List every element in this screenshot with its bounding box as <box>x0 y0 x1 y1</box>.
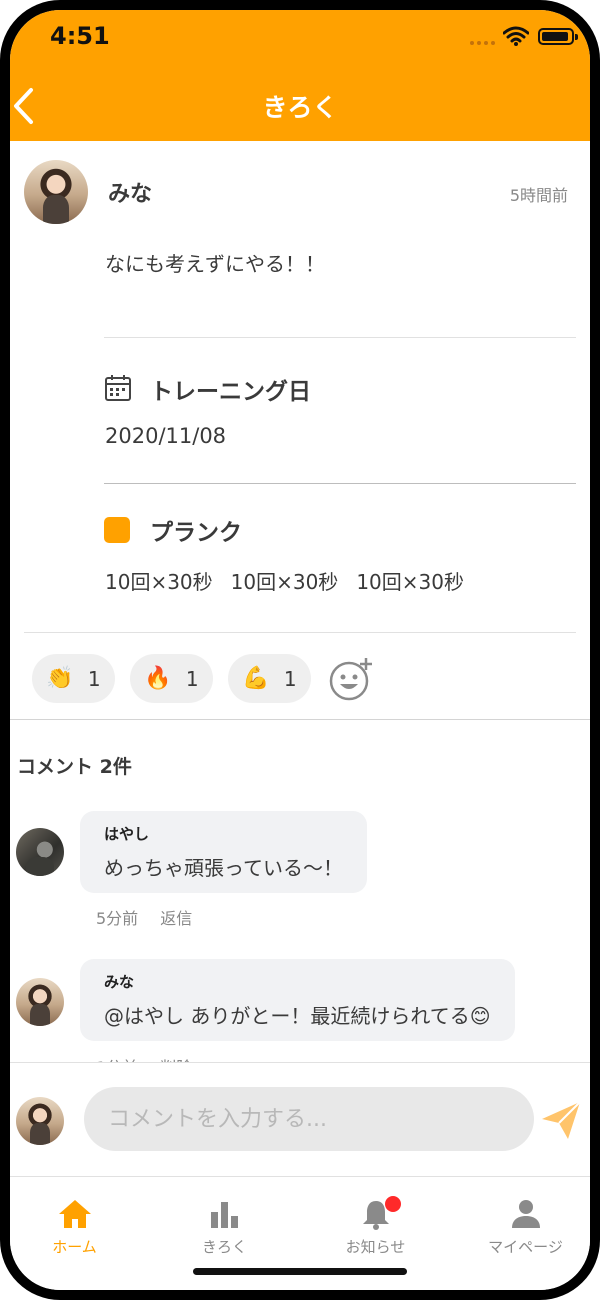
reaction-count: 1 <box>87 666 101 691</box>
comment-bubble: みな @はやし ありがとー！最近続けられてる😊 <box>80 959 515 1041</box>
tab-label: ホーム <box>52 1238 97 1256</box>
cellular-signal-icon <box>470 41 495 45</box>
tab-home[interactable]: ホーム <box>10 1198 147 1257</box>
reaction-bar: 👏 1 🔥 1 💪 1 <box>32 654 375 703</box>
clapping-hands-icon: 👏 <box>46 666 74 691</box>
commenter-name[interactable]: はやし <box>104 823 343 844</box>
reaction-clap-button[interactable]: 👏 1 <box>32 654 115 703</box>
status-time: 4:51 <box>50 22 110 50</box>
set-item: 10回×30秒 <box>105 570 213 594</box>
calendar-icon <box>105 375 131 401</box>
tab-notifications[interactable]: お知らせ <box>303 1196 448 1257</box>
screen: 4:51 きろく みな 5時間前 なにも考えずにやる！！ トレーニング日 202… <box>10 10 590 1290</box>
tab-label: お知らせ <box>345 1238 406 1256</box>
tab-records[interactable]: きろく <box>152 1198 297 1257</box>
set-item: 10回×30秒 <box>230 570 339 594</box>
fire-icon: 🔥 <box>144 666 172 691</box>
comment-input-bar <box>10 1062 590 1177</box>
reaction-muscle-button[interactable]: 💪 1 <box>228 654 311 703</box>
divider <box>24 632 576 633</box>
post-timestamp: 5時間前 <box>509 186 568 205</box>
current-user-avatar <box>16 1097 64 1145</box>
home-indicator <box>193 1268 407 1275</box>
comment-bubble: はやし めっちゃ頑張っている〜！ <box>80 811 367 893</box>
training-date: 2020/11/08 <box>105 424 227 448</box>
divider <box>10 719 590 720</box>
person-icon <box>511 1200 540 1228</box>
training-day-label: トレーニング日 <box>150 379 311 405</box>
reaction-fire-button[interactable]: 🔥 1 <box>130 654 213 703</box>
exercise-color-marker <box>104 517 130 543</box>
battery-icon <box>538 28 578 45</box>
set-item: 10回×30秒 <box>356 570 464 594</box>
commenter-name[interactable]: みな <box>104 971 491 992</box>
comment-text: めっちゃ頑張っている〜！ <box>104 856 343 880</box>
reaction-count: 1 <box>283 666 297 691</box>
comment-text: @はやし ありがとー！最近続けられてる😊 <box>104 1004 491 1028</box>
reaction-count: 1 <box>185 666 199 691</box>
notification-badge <box>385 1196 401 1212</box>
phone-frame: 4:51 きろく みな 5時間前 なにも考えずにやる！！ トレーニング日 202… <box>0 0 600 1300</box>
exercise-name: プランク <box>150 520 242 546</box>
send-icon[interactable] <box>540 1099 582 1141</box>
flexed-biceps-icon: 💪 <box>242 666 270 691</box>
tab-label: マイページ <box>488 1238 563 1256</box>
commenter-avatar[interactable] <box>16 978 64 1026</box>
comment-meta: 5分前 返信 <box>96 905 192 929</box>
app-header: 4:51 きろく <box>10 10 590 141</box>
post-author-name[interactable]: みな <box>108 176 152 208</box>
add-reaction-icon[interactable] <box>329 656 375 702</box>
exercise-sets: 10回×30秒 10回×30秒 10回×30秒 <box>105 566 464 595</box>
reply-link[interactable]: 返信 <box>160 905 192 929</box>
post-author-avatar[interactable] <box>24 160 88 224</box>
tab-mypage[interactable]: マイページ <box>453 1198 590 1257</box>
page-title: きろく <box>262 93 338 122</box>
tab-label: きろく <box>201 1238 247 1256</box>
home-icon <box>58 1200 91 1228</box>
comments-count-title: コメント 2件 <box>17 756 132 778</box>
comment-input[interactable] <box>84 1087 534 1151</box>
wifi-icon <box>503 26 529 46</box>
bar-chart-icon <box>210 1202 238 1228</box>
comment-timestamp: 5分前 <box>96 909 139 928</box>
commenter-avatar[interactable] <box>16 828 64 876</box>
divider <box>104 337 576 338</box>
post-body: なにも考えずにやる！！ <box>105 252 325 276</box>
divider <box>104 483 576 484</box>
